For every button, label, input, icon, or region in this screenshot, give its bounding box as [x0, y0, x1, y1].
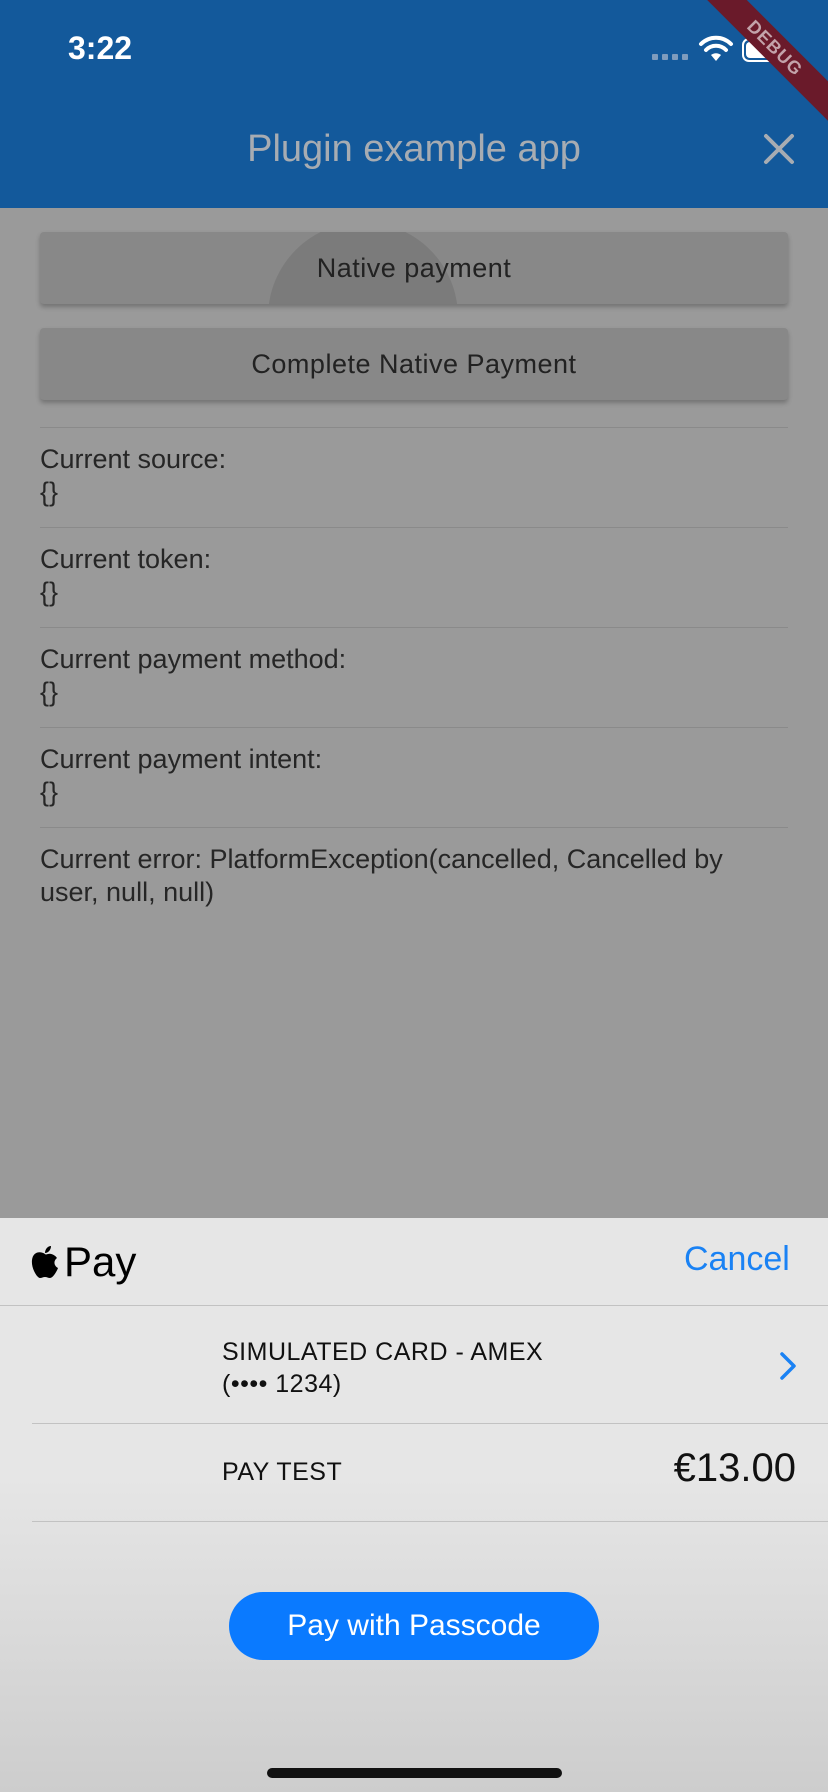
chevron-right-icon[interactable]: [778, 1350, 798, 1382]
divider: [40, 827, 788, 828]
close-icon[interactable]: [760, 130, 798, 168]
apple-pay-sheet: Pay Cancel SIMULATED CARD - AMEX (•••• 1…: [0, 1218, 828, 1792]
apple-logo-icon: [31, 1246, 58, 1278]
divider: [40, 427, 788, 428]
divider: [40, 627, 788, 628]
native-payment-button[interactable]: Native payment: [40, 232, 788, 304]
app-bar: 3:22 Plugin example app DEBUG: [0, 0, 828, 208]
pay-with-passcode-button[interactable]: Pay with Passcode: [229, 1592, 599, 1660]
divider: [32, 1423, 828, 1424]
total-amount: €13.00: [673, 1446, 796, 1490]
current-payment-method-label: Current payment method:: [40, 644, 347, 674]
current-token: Current token: {}: [40, 543, 788, 609]
debug-banner: DEBUG: [690, 0, 828, 133]
divider: [0, 1305, 828, 1306]
cancel-button[interactable]: Cancel: [684, 1240, 790, 1279]
divider: [32, 1521, 828, 1522]
home-indicator: [267, 1768, 562, 1778]
current-token-value: {}: [40, 577, 59, 607]
page-title: Plugin example app: [247, 128, 581, 170]
card-name: SIMULATED CARD - AMEX: [222, 1338, 544, 1366]
complete-native-payment-label: Complete Native Payment: [251, 349, 577, 379]
current-payment-intent-label: Current payment intent:: [40, 744, 323, 774]
current-source-value: {}: [40, 477, 59, 507]
apple-pay-text: Pay: [64, 1238, 137, 1285]
merchant-label: PAY TEST: [222, 1458, 343, 1486]
current-token-label: Current token:: [40, 544, 212, 574]
native-payment-label: Native payment: [316, 253, 512, 283]
current-error: Current error: PlatformException(cancell…: [40, 844, 723, 907]
divider: [40, 727, 788, 728]
apple-pay-logo: Pay: [30, 1238, 136, 1286]
current-payment-method: Current payment method: {}: [40, 643, 788, 709]
current-source: Current source: {}: [40, 443, 788, 509]
status-time: 3:22: [68, 30, 133, 66]
card-number: (•••• 1234): [222, 1370, 342, 1398]
divider: [40, 527, 788, 528]
current-payment-method-value: {}: [40, 677, 59, 707]
cellular-signal-icon: [652, 54, 688, 60]
complete-native-payment-button[interactable]: Complete Native Payment: [40, 328, 788, 400]
wifi-icon: [699, 35, 733, 61]
current-source-label: Current source:: [40, 444, 227, 474]
payment-card-row[interactable]: SIMULATED CARD - AMEX (•••• 1234): [222, 1336, 543, 1400]
current-payment-intent: Current payment intent: {}: [40, 743, 788, 809]
main-content: Native payment Complete Native Payment C…: [0, 208, 828, 1218]
current-payment-intent-value: {}: [40, 777, 59, 807]
